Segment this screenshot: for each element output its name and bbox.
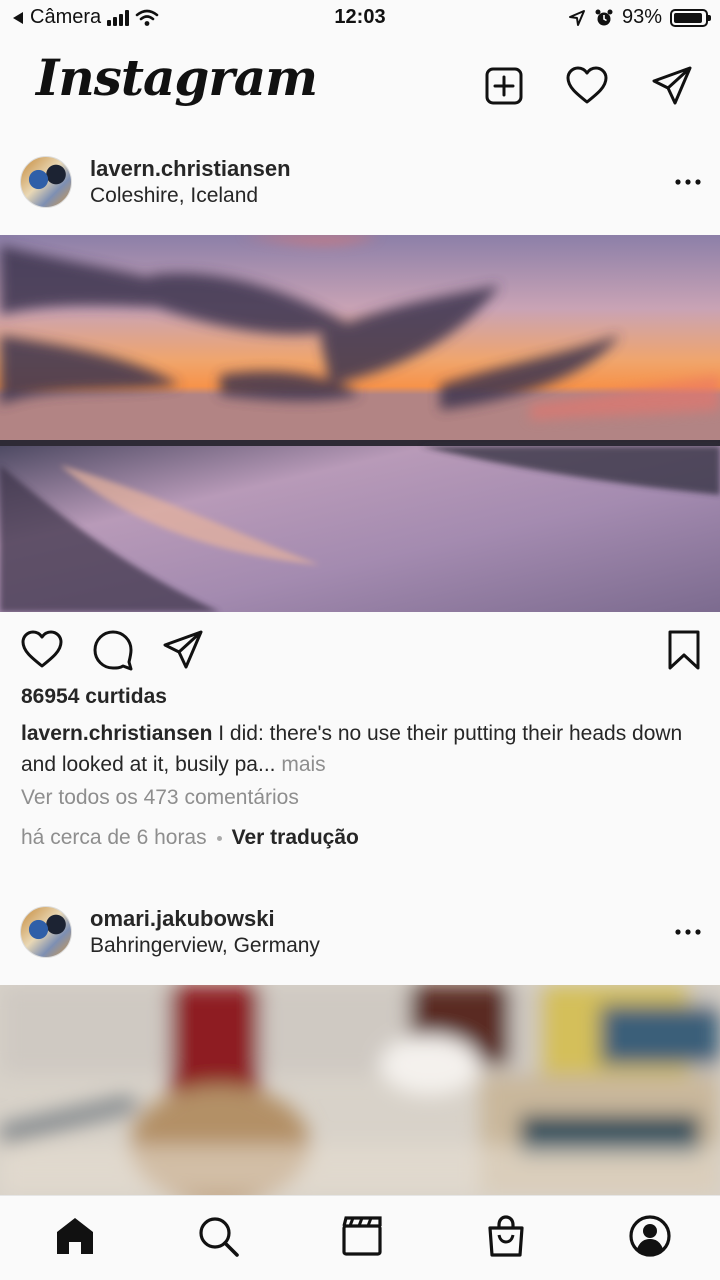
translate-link[interactable]: Ver tradução	[232, 826, 359, 850]
post-username[interactable]: lavern.christiansen	[90, 156, 291, 182]
post-photo[interactable]	[0, 985, 720, 1195]
post-photo[interactable]	[0, 235, 720, 612]
shop-icon[interactable]	[484, 1214, 528, 1258]
profile-icon[interactable]	[628, 1214, 672, 1258]
bottom-nav	[0, 1195, 720, 1280]
activity-heart-icon[interactable]	[565, 64, 609, 108]
post-caption: lavern.christiansen I did: there's no us…	[21, 718, 701, 780]
caption-more-link[interactable]: mais	[281, 753, 325, 776]
post-timestamp: há cerca de 6 horas	[21, 826, 207, 849]
instagram-logo[interactable]: Instagram	[36, 48, 318, 107]
post-username[interactable]: omari.jakubowski	[90, 906, 275, 932]
post-meta: há cerca de 6 horas Ver tradução	[21, 826, 359, 850]
view-comments-link[interactable]: Ver todos os 473 comentários	[21, 786, 299, 810]
like-count[interactable]: 86954 curtidas	[21, 685, 167, 709]
more-options-icon[interactable]	[674, 170, 702, 194]
avatar[interactable]	[20, 156, 72, 208]
search-icon[interactable]	[196, 1214, 240, 1258]
more-options-icon[interactable]	[674, 920, 702, 944]
post-location[interactable]: Coleshire, Iceland	[90, 184, 258, 208]
post-header: omari.jakubowski Bahringerview, Germany	[0, 892, 720, 972]
separator-dot	[216, 835, 222, 841]
status-right: 93%	[568, 6, 711, 29]
home-icon[interactable]	[53, 1214, 97, 1258]
avatar[interactable]	[20, 906, 72, 958]
post-location[interactable]: Bahringerview, Germany	[90, 934, 320, 958]
post-header: lavern.christiansen Coleshire, Iceland	[0, 142, 720, 222]
caption-username[interactable]: lavern.christiansen	[21, 722, 212, 745]
alarm-icon	[595, 9, 613, 25]
reels-icon[interactable]	[340, 1214, 384, 1258]
like-heart-icon[interactable]	[20, 628, 64, 672]
share-icon[interactable]	[161, 628, 205, 672]
location-arrow-icon	[568, 9, 585, 26]
battery-percent: 93%	[621, 6, 662, 28]
battery-icon	[670, 8, 711, 27]
app-header: Instagram	[0, 36, 720, 136]
comment-icon[interactable]	[91, 628, 135, 672]
direct-message-icon[interactable]	[650, 64, 694, 108]
save-bookmark-icon[interactable]	[662, 628, 706, 672]
post-actions	[0, 620, 720, 680]
status-bar: Câmera 12:03 93%	[0, 0, 720, 36]
new-post-icon[interactable]	[482, 64, 526, 108]
